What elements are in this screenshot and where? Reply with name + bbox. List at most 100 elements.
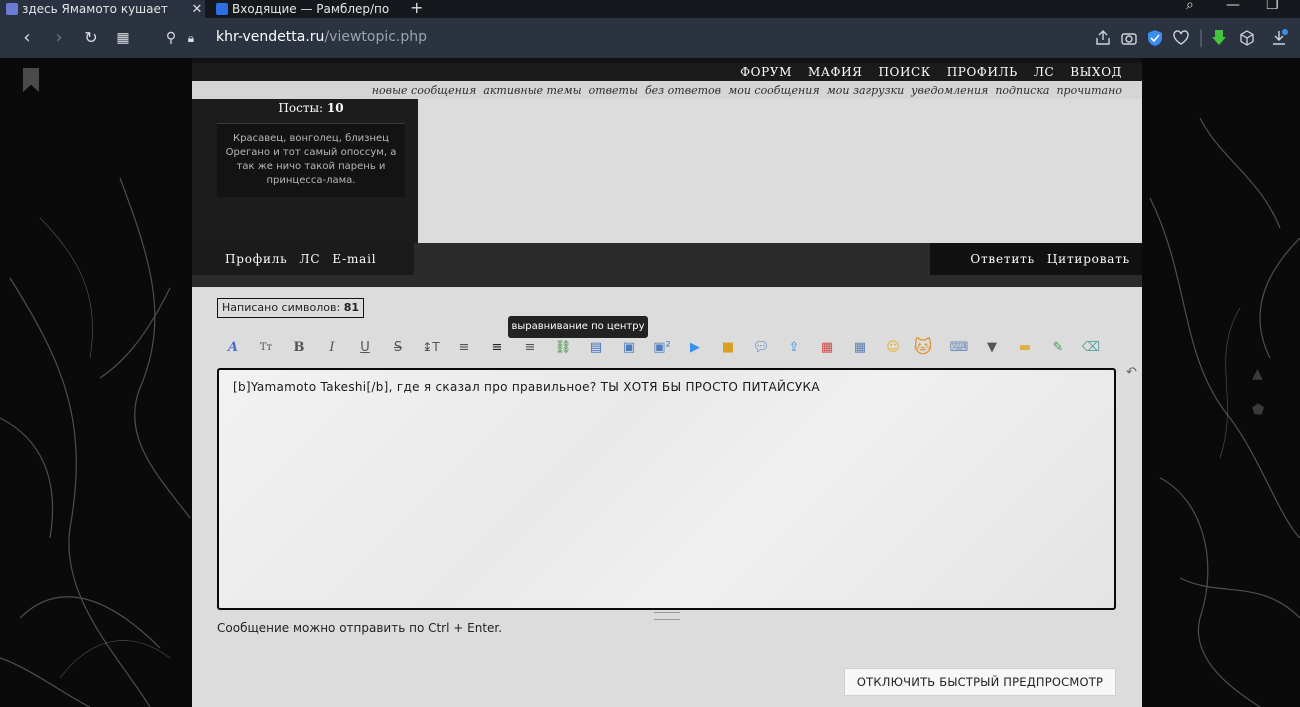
posts-label: Посты: [278,101,324,115]
cat-icon[interactable]: 🐱︎ [912,336,934,358]
clear-icon[interactable]: ⌫ [1080,336,1102,358]
search-key-icon[interactable]: ⚲ [160,27,182,49]
post-body [418,99,1142,243]
bold-icon[interactable]: B [288,336,310,358]
undo-icon[interactable]: ↶ [1126,365,1137,380]
italic-icon[interactable]: I [321,336,343,358]
char-counter-label: Написано символов: [222,301,341,314]
table-icon[interactable]: ▦ [849,336,871,358]
align-center-icon[interactable]: ≡ [486,336,508,358]
upload-icon[interactable]: ⇪ [783,336,805,358]
nav-logout[interactable]: ВЫХОД [1070,65,1122,79]
reload-icon[interactable]: ↻ [80,27,102,49]
nav-search[interactable]: ПОИСК [878,65,930,79]
post-author-panel: Посты: 10 Красавец, вонголец, близнец Ор… [192,99,418,243]
site-favicon-icon [6,3,18,15]
main-nav: ФОРУМ МАФИЯ ПОИСК ПРОФИЛЬ ЛС ВЫХОД [192,63,1142,81]
editor-toolbar: A Tт B I U S ↨T ≡ ≡ ≡ ⛓ ▤ ▣ ▣² ▶ ■ 💬︎ ⇪ … [222,336,1102,358]
author-email-link[interactable]: E-mail [332,252,376,266]
heart-icon[interactable] [1172,29,1190,47]
subnav-mark-read[interactable]: прочитано [1056,84,1122,97]
sub-nav: новые сообщения активные темы ответы без… [192,81,1142,99]
align-right-icon[interactable]: ≡ [519,336,541,358]
lock-icon[interactable]: ■ [717,336,739,358]
edit-icon[interactable]: ✎ [1047,336,1069,358]
posts-count: Посты: 10 [217,101,405,115]
nav-pm[interactable]: ЛС [1034,65,1054,79]
font-size-icon[interactable]: Tт [255,336,277,358]
color-icon[interactable]: ▦ [816,336,838,358]
folder-icon[interactable]: ▬ [1014,336,1036,358]
toggle-preview-button[interactable]: ОТКЛЮЧИТЬ БЫСТРЫЙ ПРЕДПРОСМОТР [844,668,1116,696]
tab-active[interactable]: здесь Ямамото кушает ✕ [0,0,205,18]
subnav-my-uploads[interactable]: мои загрузки [827,84,905,97]
nav-profile[interactable]: ПРОФИЛЬ [947,65,1018,79]
gallery-icon[interactable]: ▣² [651,336,673,358]
tab-title: Входящие — Рамблер/по [232,2,390,16]
search-tabs-icon[interactable]: ⌕ [1186,0,1194,13]
subnav-active-topics[interactable]: активные темы [483,84,581,97]
tab-inactive[interactable]: Входящие — Рамблер/по [210,0,406,18]
download-extension-icon[interactable] [1210,29,1228,47]
camera-icon[interactable] [1120,29,1138,47]
message-text: [b]Yamamoto Takeshi[/b], где я сказал пр… [233,380,820,394]
message-textarea[interactable]: [b]Yamamoto Takeshi[/b], где я сказал пр… [217,368,1116,610]
font-icon[interactable]: A [222,336,244,358]
line-height-icon[interactable]: ↨T [420,336,442,358]
restore-icon[interactable]: ❐ [1266,0,1279,13]
image-icon[interactable]: ▣ [618,336,640,358]
up-icon[interactable]: ▲ [1252,366,1272,382]
send-hint: Сообщение можно отправить по Ctrl + Ente… [217,621,503,635]
char-counter: Написано символов: 81 [217,298,365,318]
keyboard-icon[interactable]: ⌨ [948,336,970,358]
posts-value: 10 [326,101,344,115]
subnav-unanswered[interactable]: без ответов [645,84,721,97]
smile-icon[interactable]: ☺ [882,336,904,358]
forward-icon[interactable]: › [48,27,70,49]
link-icon[interactable]: ⛓ [552,336,574,358]
resize-grip[interactable] [654,612,680,620]
quote-link[interactable]: Цитировать [1047,252,1130,266]
char-counter-value: 81 [343,301,360,314]
strike-icon[interactable]: S [387,336,409,358]
underline-icon[interactable]: U [354,336,376,358]
scroll-icon[interactable]: ⬟ [1252,402,1272,418]
subnav-my-posts[interactable]: мои сообщения [728,84,820,97]
subnav-notifications[interactable]: уведомления [911,84,988,97]
author-profile-link[interactable]: Профиль [225,252,288,266]
back-icon[interactable]: ‹ [16,27,38,49]
share-icon[interactable] [1094,29,1112,47]
speed-dial-icon[interactable]: ▦ [112,27,134,49]
author-pm-link[interactable]: ЛС [300,252,321,266]
reply-link[interactable]: Ответить [970,252,1035,266]
video-icon[interactable]: ▶ [684,336,706,358]
divider: | [1197,27,1205,48]
downloads-icon[interactable] [1270,29,1288,47]
mail-favicon-icon [216,3,228,15]
shield-icon[interactable] [1146,29,1164,47]
nav-mafia[interactable]: МАФИЯ [808,65,863,79]
url-field[interactable]: khr-vendetta.ru/viewtopic.php [216,29,427,45]
post-reply-links: Ответить Цитировать [930,243,1142,275]
lock-icon: 🔒︎ [187,31,195,45]
subnav-replies[interactable]: ответы [589,84,638,97]
tab-title: здесь Ямамото кушает [22,2,168,16]
dropdown-icon[interactable]: ▼ [981,336,1003,358]
minimize-icon[interactable]: — [1226,0,1240,13]
subnav-subscriptions[interactable]: подписка [995,84,1049,97]
book-icon[interactable]: ▤ [585,336,607,358]
post-author-links: Профиль ЛС E-mail [192,243,414,275]
address-bar: ‹ › ↻ ▦ ⚲ 🔒︎ khr-vendetta.ru/viewtopic.p… [0,18,1300,58]
speech-icon[interactable]: 💬︎ [750,336,772,358]
author-bio: Красавец, вонголец, близнец Орегано и то… [217,123,405,197]
forum-container: ФОРУМ МАФИЯ ПОИСК ПРОФИЛЬ ЛС ВЫХОД новые… [192,58,1142,707]
close-tab-icon[interactable]: ✕ [189,2,205,17]
post-actions-bar: Профиль ЛС E-mail Ответить Цитировать [192,243,1142,287]
cube-icon[interactable] [1238,29,1256,47]
new-tab-button[interactable]: + [410,0,423,17]
tooltip: выравнивание по центру [508,316,648,338]
subnav-new-posts[interactable]: новые сообщения [372,84,477,97]
nav-forum[interactable]: ФОРУМ [740,65,792,79]
tab-bar: здесь Ямамото кушает ✕ Входящие — Рамбле… [0,0,1300,18]
align-left-icon[interactable]: ≡ [453,336,475,358]
